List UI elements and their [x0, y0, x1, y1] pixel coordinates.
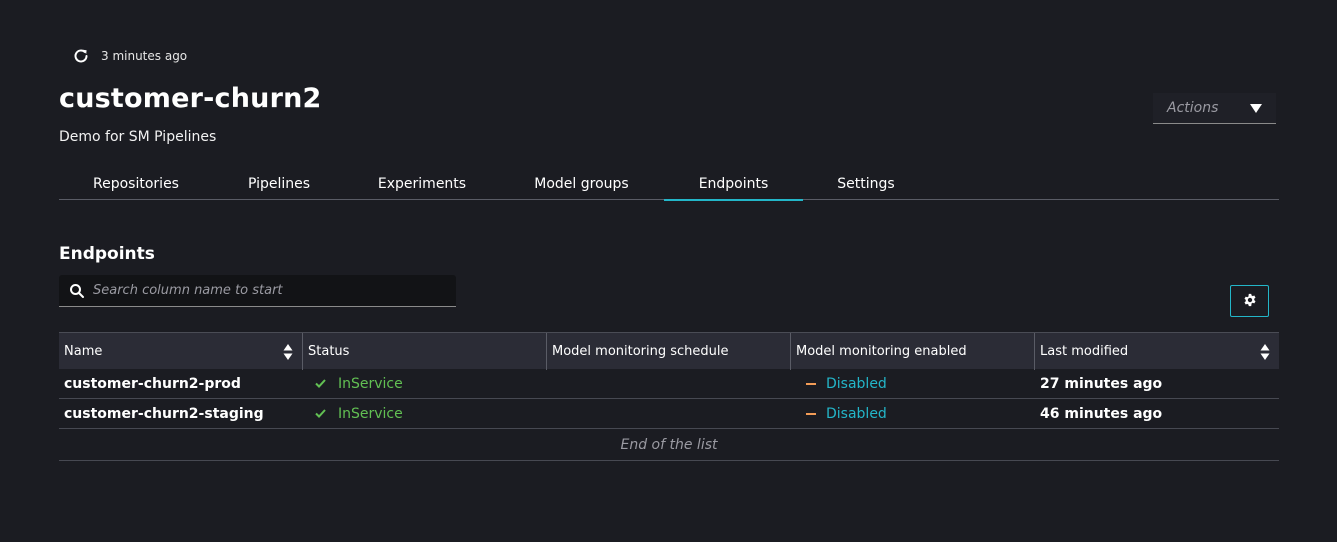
tab-repositories[interactable]: Repositories [59, 168, 213, 200]
actions-dropdown[interactable]: Actions [1153, 93, 1276, 124]
search-icon [69, 283, 85, 299]
endpoints-table: Name Status Model monitoring schedule Mo… [59, 332, 1279, 461]
end-of-list-text: End of the list [59, 429, 1279, 461]
column-header-last-modified[interactable]: Last modified [1035, 333, 1279, 370]
status-text: InService [338, 405, 403, 422]
monitoring-cell: Disabled [791, 369, 1035, 399]
actions-dropdown-label: Actions [1167, 100, 1219, 116]
monitoring-status-text: Disabled [826, 375, 887, 392]
tab-endpoints[interactable]: Endpoints [664, 168, 803, 201]
schedule-cell [547, 369, 791, 399]
search-input[interactable] [91, 282, 431, 299]
table-row[interactable]: customer-churn2-staging InService Disabl… [59, 399, 1279, 429]
check-icon [315, 379, 326, 388]
status-text: InService [338, 375, 403, 392]
column-header-schedule: Model monitoring schedule [547, 333, 791, 370]
column-header-label: Last modified [1040, 344, 1129, 359]
refresh-icon[interactable] [72, 47, 90, 65]
page-title: customer-churn2 [59, 83, 322, 114]
section-title: Endpoints [59, 244, 155, 264]
column-header-label: Model monitoring schedule [552, 344, 729, 359]
column-header-name[interactable]: Name [59, 333, 303, 370]
tab-bar: Repositories Pipelines Experiments Model… [59, 168, 1279, 201]
search-box [59, 275, 456, 307]
status-cell: InService [303, 399, 547, 429]
dash-icon [806, 382, 816, 385]
column-header-label: Name [64, 344, 103, 359]
table-row[interactable]: customer-churn2-prod InService Disabled … [59, 369, 1279, 399]
last-modified-cell: 46 minutes ago [1040, 405, 1163, 422]
caret-down-icon [1250, 103, 1262, 113]
page-description: Demo for SM Pipelines [59, 129, 217, 145]
tab-pipelines[interactable]: Pipelines [213, 168, 345, 200]
endpoint-name[interactable]: customer-churn2-prod [59, 369, 303, 399]
sort-icon[interactable] [1260, 343, 1270, 361]
last-refreshed-text: 3 minutes ago [101, 49, 188, 63]
check-icon [315, 409, 326, 418]
sort-icon[interactable] [283, 343, 293, 361]
column-header-status: Status [303, 333, 547, 370]
tab-experiments[interactable]: Experiments [345, 168, 499, 200]
endpoint-name[interactable]: customer-churn2-staging [59, 399, 303, 429]
table-preferences-button[interactable] [1230, 285, 1269, 317]
monitoring-cell: Disabled [791, 399, 1035, 429]
refresh-row: 3 minutes ago [72, 46, 187, 66]
monitoring-status-text: Disabled [826, 405, 887, 422]
schedule-cell [547, 399, 791, 429]
dash-icon [806, 412, 816, 415]
table-header: Name Status Model monitoring schedule Mo… [59, 332, 1279, 370]
status-cell: InService [303, 369, 547, 399]
last-modified-cell: 27 minutes ago [1040, 375, 1163, 392]
column-header-label: Model monitoring enabled [796, 344, 967, 359]
tab-model-groups[interactable]: Model groups [499, 168, 664, 200]
tab-settings[interactable]: Settings [803, 168, 929, 200]
column-header-monitoring: Model monitoring enabled [791, 333, 1035, 370]
gear-icon [1243, 292, 1257, 311]
column-header-label: Status [308, 344, 350, 359]
